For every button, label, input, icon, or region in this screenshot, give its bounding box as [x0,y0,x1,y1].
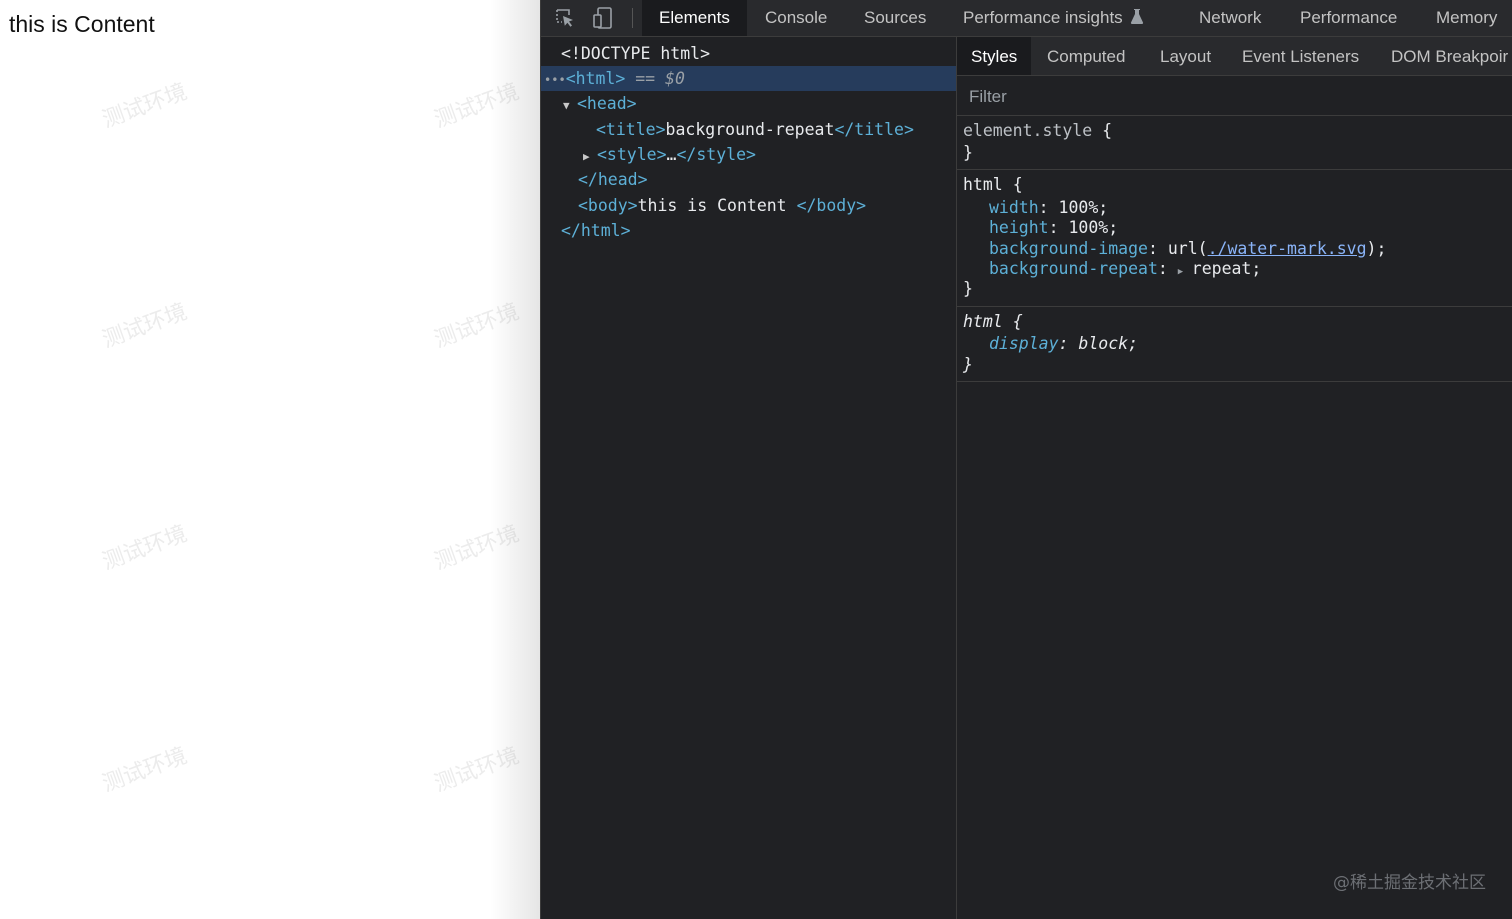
title-text: background-repeat [665,120,835,139]
body-close-tag: </body> [796,196,867,215]
viewport-edge-shadow [490,0,540,919]
property-value: block; [1078,334,1139,353]
ellipsis-menu-icon[interactable]: ••• [541,73,566,87]
property-name: display [989,334,1059,353]
declaration-width[interactable]: width: 100%; [989,197,1108,218]
tab-performance-insights-label: Performance insights [963,8,1123,27]
title-close-tag: </title> [834,120,914,139]
style-open-tag: <style> [597,145,667,164]
style-close-tag: </style> [676,145,756,164]
dom-node-doctype[interactable]: <!DOCTYPE html> [541,41,956,66]
watermark: 测试环境 [99,521,191,576]
source-credit-watermark: @稀土掘金技术社区 [1333,873,1486,893]
devtools-toolbar: Elements Console Sources Performance ins… [541,0,1512,37]
selected-marker: == $0 [635,69,685,88]
watermark: 测试环境 [99,79,191,134]
dom-node-html[interactable]: •••<html> == $0 [541,66,956,91]
html-close-tag: </html> [561,221,631,240]
tab-dom-breakpoints[interactable]: DOM Breakpoir [1391,37,1508,75]
rule-open-brace: { [1012,312,1023,331]
tab-event-listeners[interactable]: Event Listeners [1242,37,1359,75]
device-toolbar-icon[interactable] [591,6,615,30]
declaration-background-repeat[interactable]: background-repeat: ▶ repeat; [989,258,1261,279]
dom-node-html-close[interactable]: </html> [541,218,956,243]
rule-close-brace: } [963,279,973,298]
tab-memory[interactable]: Memory [1436,0,1497,36]
filter-bar [957,76,1512,116]
watermark: 测试环境 [99,743,191,798]
tab-network[interactable]: Network [1199,0,1261,36]
tab-performance[interactable]: Performance [1300,0,1397,36]
tab-elements[interactable]: Elements [642,0,747,36]
rule-open-brace: { [1012,175,1023,194]
style-ellipsis: … [666,145,677,164]
property-name: height [989,218,1049,237]
html-author-rule[interactable]: html { width: 100%; height: 100%; backgr… [957,170,1512,307]
declaration-height[interactable]: height: 100%; [989,217,1118,238]
doctype-text: <!DOCTYPE html> [561,44,711,63]
url-prefix: url( [1167,239,1208,258]
declaration-background-image[interactable]: background-image: url(./water-mark.svg); [989,238,1386,259]
tab-sources[interactable]: Sources [864,0,926,36]
property-name: width [989,198,1039,217]
tab-performance-insights[interactable]: Performance insights [963,0,1144,36]
head-close-tag: </head> [578,170,648,189]
dom-node-title[interactable]: <title>background-repeat</title> [541,117,956,142]
property-name: background-repeat [989,259,1158,278]
rule-selector: element.style [963,121,1093,140]
toolbar-separator [632,8,633,28]
tab-layout[interactable]: Layout [1160,37,1211,75]
watermark: 测试环境 [99,299,191,354]
resource-link[interactable]: ./water-mark.svg [1208,239,1367,258]
expand-shorthand-icon[interactable]: ▶ [1178,262,1192,283]
tab-styles[interactable]: Styles [957,37,1032,75]
styles-filter-input[interactable] [967,84,1491,110]
sidebar-tabs: Styles Computed Layout Event Listeners D… [957,37,1512,76]
title-open-tag: <title> [596,120,666,139]
rule-selector: html [963,175,1003,194]
url-suffix: ); [1366,239,1387,258]
flask-icon [1130,1,1144,36]
property-name: background-image [989,239,1148,258]
expand-triangle-down-icon[interactable]: ▼ [563,93,577,118]
rule-selector: html [963,312,1003,331]
property-value: 100%; [1058,198,1109,217]
dom-node-style[interactable]: ▶ <style>…</style> [541,142,956,167]
tab-console[interactable]: Console [765,0,827,36]
devtools-window: Elements Console Sources Performance ins… [540,0,1512,919]
styles-pane: Styles Computed Layout Event Listeners D… [957,37,1512,919]
html-user-agent-rule[interactable]: html { display: block; } [957,307,1512,382]
tab-computed[interactable]: Computed [1047,37,1125,75]
expand-triangle-right-icon[interactable]: ▶ [583,144,597,169]
dom-node-head[interactable]: ▼ <head> [541,91,956,116]
declaration-display[interactable]: display: block; [989,333,1138,354]
body-text: this is Content [637,196,797,215]
dom-node-head-close[interactable]: </head> [541,167,956,192]
body-open-tag: <body> [578,196,638,215]
page-content-text: this is Content [9,11,155,37]
page-viewport: 测试环境 测试环境 测试环境 测试环境 测试环境 测试环境 测试环境 测试环境 … [0,0,540,919]
element-picker-icon[interactable] [553,6,577,30]
dom-tree-panel: <!DOCTYPE html> •••<html> == $0 ▼ <head> … [541,37,956,919]
rule-close-brace: } [963,355,973,374]
rule-open-brace: { [1102,121,1113,140]
dom-node-body[interactable]: <body>this is Content </body> [541,193,956,218]
html-open-tag: <html> [565,69,626,88]
rule-close-brace: } [963,143,973,162]
element-style-rule[interactable]: element.style { } [957,116,1512,170]
property-value: repeat; [1191,259,1262,278]
property-value: 100%; [1068,218,1119,237]
head-open-tag: <head> [577,94,637,113]
